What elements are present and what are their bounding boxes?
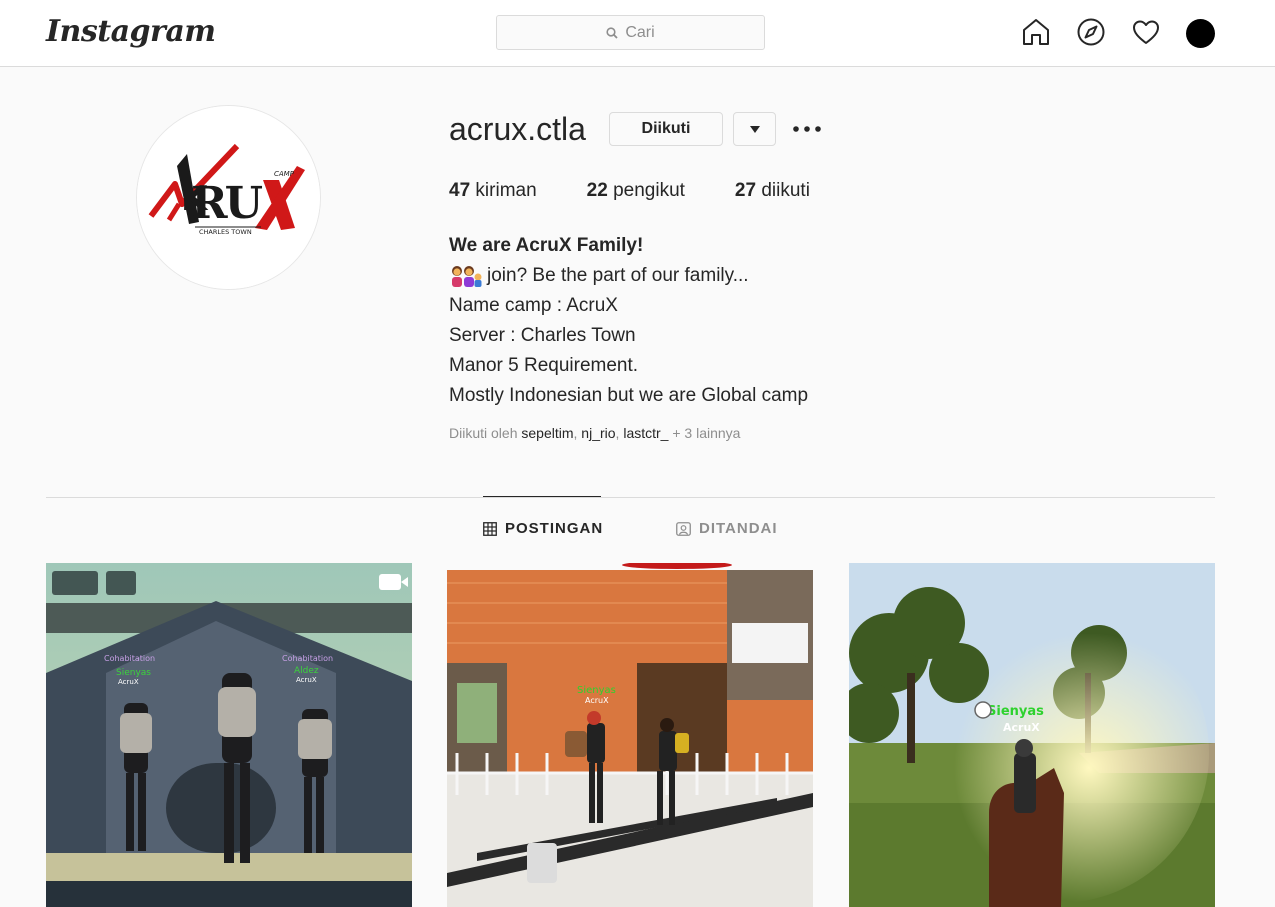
followers-stat[interactable]: 22 pengikut bbox=[587, 180, 685, 202]
profile-avatar[interactable]: RU K CAMP CHARLES TOWN bbox=[136, 105, 321, 290]
search-input[interactable]: Cari bbox=[496, 15, 765, 50]
following-count: 27 bbox=[734, 180, 757, 201]
compass-icon bbox=[1077, 18, 1105, 46]
grid-icon bbox=[483, 521, 497, 536]
posts-count: 47 bbox=[449, 180, 471, 201]
profile-bio: We are AcruX Family! join? Be the part o… bbox=[449, 231, 808, 411]
tagged-portrait-icon bbox=[676, 521, 691, 536]
tab-posts[interactable]: POSTINGAN bbox=[483, 520, 603, 537]
post-thumbnail[interactable]: Cohabitation Sienyas AcruX Cohabitation … bbox=[46, 563, 412, 907]
svg-text:Aldez: Aldez bbox=[294, 666, 319, 676]
svg-text:Sienyas: Sienyas bbox=[116, 668, 151, 678]
follower-link[interactable]: lastctr_ bbox=[623, 425, 668, 441]
svg-text:AcruX: AcruX bbox=[296, 676, 317, 684]
explore-button[interactable] bbox=[1075, 16, 1107, 48]
search-icon bbox=[606, 26, 618, 39]
acrux-logo-image: RU K CAMP CHARLES TOWN bbox=[137, 106, 320, 289]
instagram-logo[interactable]: Instagram bbox=[46, 14, 216, 49]
followers-count: 22 bbox=[586, 180, 608, 201]
search-placeholder: Cari bbox=[625, 23, 655, 41]
followers-label: pengikut bbox=[613, 180, 685, 201]
following-button[interactable]: Diikuti bbox=[609, 112, 723, 146]
following-stat[interactable]: 27 diikuti bbox=[735, 180, 810, 202]
svg-text:CHARLES TOWN: CHARLES TOWN bbox=[199, 228, 252, 236]
follower-link[interactable]: sepeltim bbox=[521, 425, 573, 441]
heart-icon bbox=[1133, 20, 1159, 44]
bio-line-4: Manor 5 Requirement. bbox=[449, 355, 639, 376]
following-label: diikuti bbox=[761, 180, 810, 201]
post-image-game-screenshot: Sienyas AcruX bbox=[849, 563, 1215, 907]
bio-line-5: Mostly Indonesian but we are Global camp bbox=[449, 385, 809, 406]
bio-line-1: join? Be the part of our family... bbox=[487, 265, 749, 286]
bio-line-3: Server : Charles Town bbox=[449, 325, 636, 346]
followed-by-prefix: Diikuti oleh bbox=[449, 425, 518, 441]
post-thumbnail[interactable]: Sienyas AcruX bbox=[447, 563, 813, 907]
svg-text:CAMP: CAMP bbox=[274, 170, 295, 178]
followed-by-more[interactable]: + 3 lainnya bbox=[672, 425, 740, 441]
tab-posts-label: POSTINGAN bbox=[505, 520, 604, 537]
profile-stats: 47 kiriman 22 pengikut 27 diikuti bbox=[449, 180, 860, 202]
profile-username: acrux.ctla bbox=[449, 111, 586, 147]
top-navigation-bar: Instagram Cari bbox=[0, 0, 1275, 67]
svg-text:Sienyas: Sienyas bbox=[987, 704, 1044, 719]
caret-down-icon bbox=[749, 125, 760, 133]
active-tab-indicator bbox=[483, 496, 601, 497]
profile-avatar-button[interactable] bbox=[1186, 19, 1215, 48]
svg-text:AcruX: AcruX bbox=[1003, 721, 1040, 734]
followed-by-text: Diikuti oleh sepeltim, nj_rio, lastctr_ … bbox=[449, 425, 741, 441]
home-button[interactable] bbox=[1020, 16, 1052, 48]
svg-text:AcruX: AcruX bbox=[118, 678, 139, 686]
svg-text:AcruX: AcruX bbox=[585, 696, 609, 705]
tab-tagged-label: DITANDAI bbox=[699, 520, 778, 537]
tabs-divider bbox=[46, 497, 1215, 498]
suggested-accounts-button[interactable] bbox=[733, 112, 776, 146]
bio-display-name: We are AcruX Family! bbox=[449, 235, 644, 256]
activity-button[interactable] bbox=[1130, 16, 1162, 48]
svg-text:K: K bbox=[181, 179, 209, 219]
svg-text:Cohabitation: Cohabitation bbox=[282, 654, 333, 663]
posts-count-stat: 47 kiriman bbox=[449, 180, 537, 202]
family-emoji-icon bbox=[452, 265, 482, 287]
tab-tagged[interactable]: DITANDAI bbox=[676, 520, 778, 537]
post-image-game-screenshot: Cohabitation Sienyas AcruX Cohabitation … bbox=[46, 563, 412, 907]
post-thumbnail[interactable]: Sienyas AcruX bbox=[849, 563, 1215, 907]
bio-line: join? Be the part of our family... bbox=[449, 261, 808, 291]
post-image-game-screenshot: Sienyas AcruX bbox=[447, 563, 813, 907]
posts-label: kiriman bbox=[475, 180, 537, 201]
bio-line-2: Name camp : AcruX bbox=[449, 295, 618, 316]
more-options-button[interactable] bbox=[790, 115, 824, 143]
home-icon bbox=[1023, 19, 1049, 45]
svg-text:Sienyas: Sienyas bbox=[577, 685, 616, 696]
svg-text:Cohabitation: Cohabitation bbox=[104, 654, 155, 663]
follower-link[interactable]: nj_rio bbox=[581, 425, 615, 441]
more-dots-icon bbox=[793, 126, 821, 132]
